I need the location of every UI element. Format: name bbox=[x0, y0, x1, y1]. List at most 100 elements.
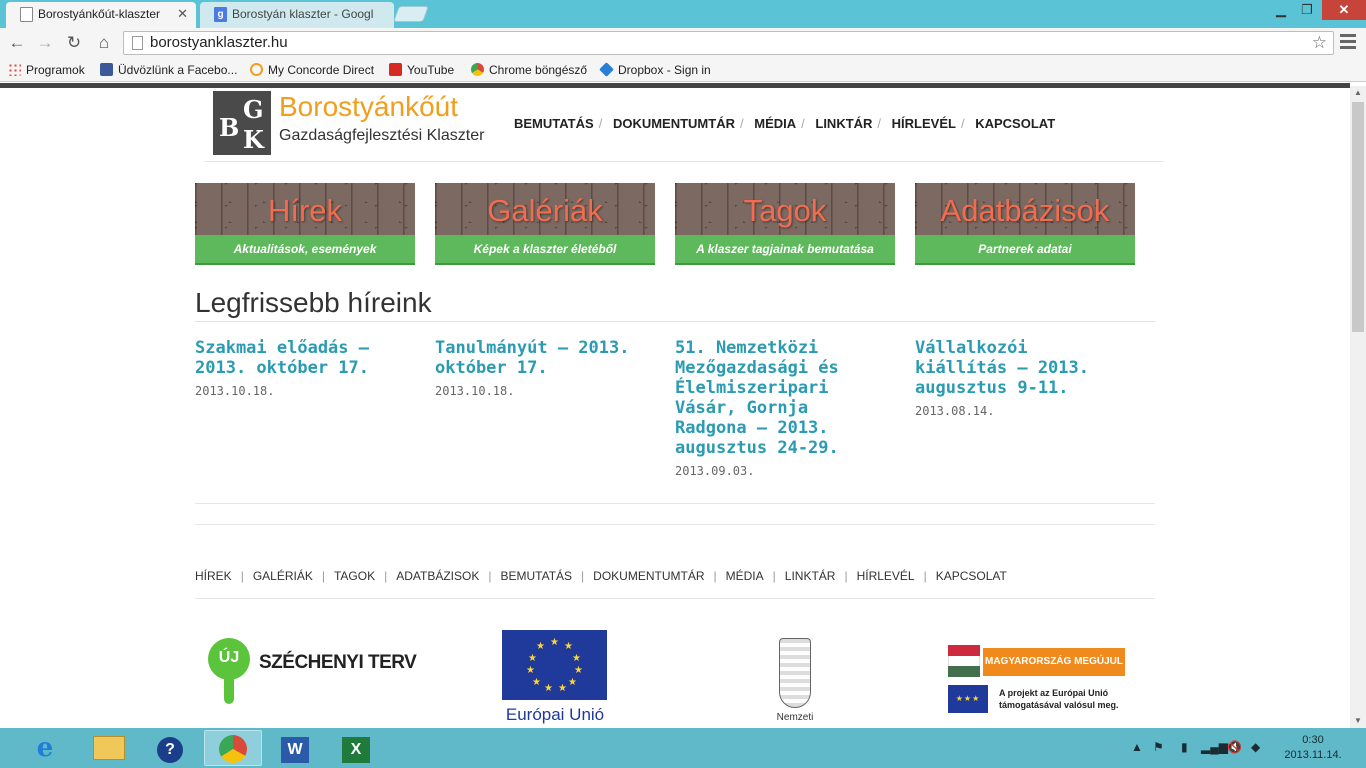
nav-linktar[interactable]: LINKTÁR bbox=[815, 116, 872, 131]
footer-link-media[interactable]: MÉDIA bbox=[726, 569, 764, 583]
footer-link-bemutatas[interactable]: BEMUTATÁS bbox=[500, 569, 572, 583]
file-explorer-icon[interactable] bbox=[80, 730, 138, 766]
scroll-up-icon[interactable]: ▲ bbox=[1350, 86, 1366, 100]
footer-link-tagok[interactable]: TAGOK bbox=[334, 569, 375, 583]
dropbox-icon bbox=[599, 62, 614, 77]
tile-title: Hírek bbox=[267, 193, 343, 228]
news-title-link[interactable]: 51. Nemzetközi Mezőgazdasági és Élelmisz… bbox=[675, 338, 865, 458]
tile-hirek[interactable]: Hírek Aktualitások, események bbox=[195, 183, 415, 265]
excel-icon[interactable]: X bbox=[327, 730, 385, 766]
news-title-link[interactable]: Szakmai előadás – 2013. október 17. bbox=[195, 338, 405, 378]
chrome-icon[interactable] bbox=[204, 730, 262, 766]
tile-title: Galériák bbox=[487, 193, 603, 228]
news-title-link[interactable]: Tanulmányút – 2013. október 17. bbox=[435, 338, 645, 378]
reload-icon[interactable]: ↻ bbox=[63, 32, 85, 54]
nav-separator: / bbox=[598, 116, 603, 131]
tile-tagok[interactable]: Tagok A klaszer tagjainak bemutatása bbox=[675, 183, 895, 265]
bookmark-facebook[interactable]: Üdvözlünk a Facebo... bbox=[100, 62, 237, 78]
szechenyi-terv-logo[interactable]: ÚJ SZÉCHENYI TERV bbox=[208, 638, 438, 708]
footer-link-dokumentumtar[interactable]: DOKUMENTUMTÁR bbox=[593, 569, 704, 583]
close-window-button[interactable]: ✕ bbox=[1322, 0, 1366, 20]
footer-separator: | bbox=[844, 569, 848, 583]
european-union-logo[interactable]: ★★★ ★★★ ★★★ ★★★ Európai Unió bbox=[500, 630, 610, 725]
nav-dokumentumtar[interactable]: DOKUMENTUMTÁR bbox=[613, 116, 735, 131]
national-development-logo[interactable]: Nemzeti bbox=[745, 638, 845, 728]
word-icon[interactable]: W bbox=[266, 730, 324, 766]
forward-arrow-icon[interactable]: → bbox=[34, 32, 56, 54]
help-icon[interactable]: ? bbox=[141, 730, 199, 766]
footer-link-hirlevel[interactable]: HÍRLEVÉL bbox=[857, 569, 915, 583]
nav-bemutatas[interactable]: BEMUTATÁS bbox=[514, 116, 594, 131]
footer-separator: | bbox=[581, 569, 585, 583]
eu-support-line: támogatásával valósul meg. bbox=[999, 700, 1119, 710]
news-date: 2013.10.18. bbox=[195, 384, 275, 398]
nav-kapcsolat[interactable]: KAPCSOLAT bbox=[975, 116, 1055, 131]
address-bar[interactable]: borostyanklaszter.hu ☆ bbox=[123, 31, 1334, 55]
footer-link-hirek[interactable]: HÍREK bbox=[195, 569, 232, 583]
youtube-icon bbox=[389, 63, 402, 76]
web-page: G B K Borostyánkőút Gazdaságfejlesztési … bbox=[0, 83, 1350, 728]
tile-galeriak[interactable]: Galériák Képek a klaszter életéből bbox=[435, 183, 655, 265]
szechenyi-label: SZÉCHENYI TERV bbox=[259, 652, 417, 673]
action-center-flag-icon[interactable]: ⚑ bbox=[1153, 740, 1164, 754]
nav-media[interactable]: MÉDIA bbox=[754, 116, 796, 131]
volume-muted-icon[interactable]: 🔇 bbox=[1227, 740, 1242, 754]
show-hidden-icons-icon[interactable]: ▲ bbox=[1131, 740, 1143, 754]
top-accent-bar bbox=[0, 83, 1350, 88]
tab-close-icon[interactable]: ✕ bbox=[177, 2, 188, 26]
scrollbar-thumb[interactable] bbox=[1352, 102, 1364, 332]
bookmark-chrome[interactable]: Chrome böngésző bbox=[471, 62, 587, 78]
tile-adatbazisok[interactable]: Adatbázisok Partnerek adatai bbox=[915, 183, 1135, 265]
news-title-link[interactable]: Vállalkozói kiállítás – 2013. augusztus … bbox=[915, 338, 1095, 398]
clock-time: 0:30 bbox=[1302, 734, 1324, 746]
bookmark-my-concorde[interactable]: My Concorde Direct bbox=[250, 62, 374, 78]
ndp-label: Nemzeti bbox=[776, 712, 814, 723]
header-divider bbox=[205, 161, 1163, 162]
magyarorszag-megujul-logo[interactable]: MAGYARORSZÁG MEGÚJUL ★★★ A projekt az Eu… bbox=[947, 645, 1127, 715]
news-item: Szakmai előadás – 2013. október 17. 2013… bbox=[195, 338, 405, 398]
internet-explorer-icon[interactable]: e bbox=[16, 730, 74, 766]
footer-link-linktar[interactable]: LINKTÁR bbox=[785, 569, 836, 583]
tab-google-search[interactable]: g Borostyán klaszter - Googl bbox=[200, 2, 394, 28]
chrome-menu-icon[interactable] bbox=[1340, 34, 1356, 52]
nav-separator: / bbox=[877, 116, 882, 131]
back-arrow-icon[interactable]: ← bbox=[6, 32, 28, 54]
eu-flag-small-icon: ★★★ bbox=[948, 685, 988, 713]
new-tab-button[interactable] bbox=[393, 6, 429, 22]
site-logo[interactable]: G B K Borostyánkőút Gazdaságfejlesztési … bbox=[213, 91, 484, 161]
footer-link-galeriak[interactable]: GALÉRIÁK bbox=[253, 569, 313, 583]
bookmarks-bar: Programok Üdvözlünk a Facebo... My Conco… bbox=[0, 58, 1366, 82]
page-favicon-icon bbox=[20, 7, 33, 22]
tile-title: Adatbázisok bbox=[940, 193, 1110, 228]
nav-separator: / bbox=[739, 116, 744, 131]
tile-title: Tagok bbox=[743, 193, 827, 228]
bookmark-star-icon[interactable]: ☆ bbox=[1312, 32, 1327, 54]
footer-separator: | bbox=[240, 569, 244, 583]
footer-link-adatbazisok[interactable]: ADATBÁZISOK bbox=[396, 569, 479, 583]
footer-navigation: HÍREK | GALÉRIÁK | TAGOK | ADATBÁZISOK | BEMUTAT… bbox=[195, 569, 1007, 583]
bookmark-youtube[interactable]: YouTube bbox=[389, 62, 454, 78]
tab-borostyankout[interactable]: Borostyánkőút-klaszter ✕ bbox=[6, 2, 196, 28]
section-divider bbox=[195, 503, 1155, 504]
page-icon bbox=[132, 36, 143, 50]
system-clock[interactable]: 0:30 2013.11.14. bbox=[1280, 733, 1346, 763]
footer-link-kapcsolat[interactable]: KAPCSOLAT bbox=[936, 569, 1007, 583]
bookmark-dropbox[interactable]: Dropbox - Sign in bbox=[599, 62, 711, 78]
logo-letter: K bbox=[243, 125, 264, 154]
dropbox-tray-icon[interactable]: ◆ bbox=[1251, 740, 1260, 754]
nav-hirlevel[interactable]: HÍRLEVÉL bbox=[892, 116, 956, 131]
mm-banner: MAGYARORSZÁG MEGÚJUL bbox=[983, 648, 1125, 676]
page-scrollbar[interactable]: ▲ ▼ bbox=[1350, 86, 1366, 728]
hungarian-flag-icon bbox=[948, 645, 980, 677]
maximize-button[interactable]: ❐ bbox=[1294, 0, 1320, 20]
tile-caption: A klaszer tagjainak bemutatása bbox=[675, 235, 895, 265]
scroll-down-icon[interactable]: ▼ bbox=[1350, 714, 1366, 728]
chrome-icon bbox=[471, 63, 484, 76]
browser-tab-strip: Borostyánkőút-klaszter ✕ g Borostyán kla… bbox=[0, 0, 1366, 28]
battery-icon[interactable]: ▮ bbox=[1181, 740, 1188, 754]
news-date: 2013.09.03. bbox=[675, 464, 755, 478]
network-signal-icon[interactable]: ▂▄▆ bbox=[1201, 740, 1228, 754]
minimize-button[interactable]: ▁ bbox=[1268, 0, 1294, 20]
bookmark-programok[interactable]: Programok bbox=[8, 62, 85, 78]
home-icon[interactable]: ⌂ bbox=[93, 32, 115, 54]
